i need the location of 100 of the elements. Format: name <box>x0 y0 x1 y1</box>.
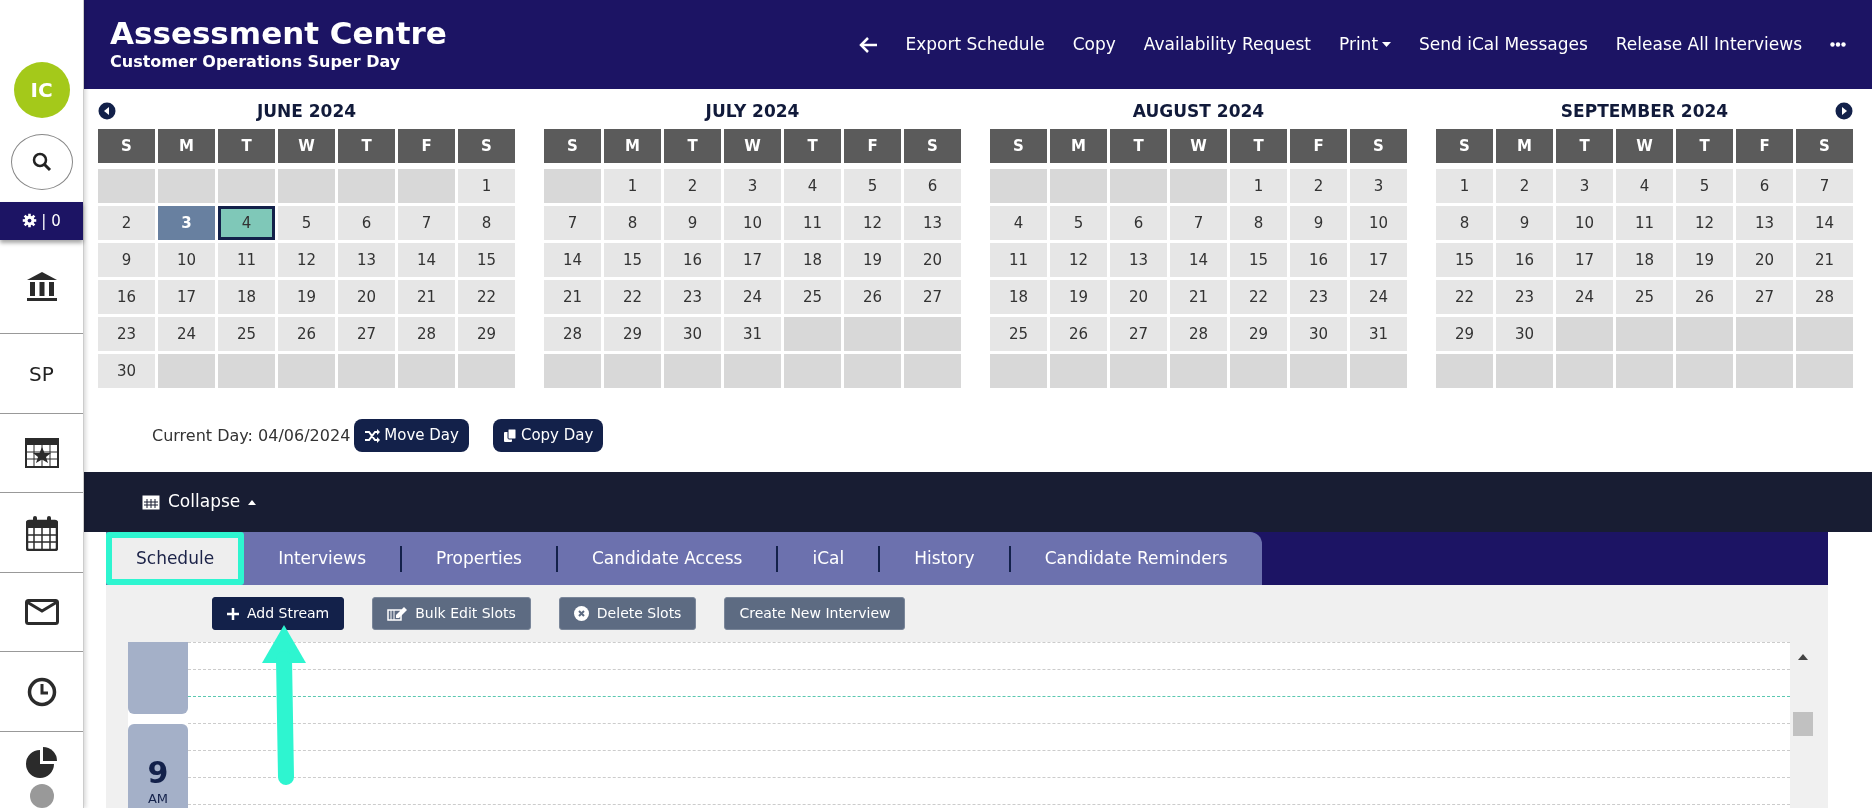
day-cell[interactable]: 19 <box>1676 243 1733 278</box>
header-link[interactable]: Print <box>1338 31 1392 58</box>
day-cell[interactable]: 4 <box>784 169 841 204</box>
day-cell[interactable]: 15 <box>604 243 661 278</box>
day-cell[interactable]: 16 <box>98 280 155 315</box>
tab[interactable]: Schedule <box>106 532 245 585</box>
day-cell[interactable]: 5 <box>278 206 335 241</box>
day-cell[interactable]: 19 <box>278 280 335 315</box>
day-cell[interactable]: 27 <box>338 317 395 352</box>
day-cell[interactable]: 17 <box>724 243 781 278</box>
day-cell[interactable]: 7 <box>1796 169 1853 204</box>
day-cell[interactable]: 17 <box>1350 243 1407 278</box>
day-cell[interactable]: 29 <box>1436 317 1493 352</box>
day-cell[interactable]: 5 <box>1676 169 1733 204</box>
day-cell[interactable]: 22 <box>1436 280 1493 315</box>
pie-chart-icon[interactable] <box>24 746 59 780</box>
day-cell[interactable]: 13 <box>1736 206 1793 241</box>
day-cell[interactable]: 4 <box>990 206 1047 241</box>
day-cell[interactable]: 12 <box>1050 243 1107 278</box>
day-cell[interactable]: 21 <box>1170 280 1227 315</box>
day-cell[interactable]: 18 <box>784 243 841 278</box>
day-cell[interactable]: 10 <box>724 206 781 241</box>
day-cell[interactable]: 6 <box>1110 206 1167 241</box>
tab[interactable]: Properties <box>402 532 556 585</box>
back-arrow-icon[interactable] <box>857 35 878 54</box>
toolbar-button[interactable]: Create New Interview <box>724 597 906 630</box>
day-cell[interactable]: 11 <box>990 243 1047 278</box>
day-cell[interactable]: 1 <box>1230 169 1287 204</box>
day-cell[interactable]: 25 <box>1616 280 1673 315</box>
scroll-up-icon[interactable] <box>1797 654 1808 660</box>
day-cell[interactable]: 15 <box>1436 243 1493 278</box>
initials-item[interactable]: SP <box>29 358 54 389</box>
tab[interactable]: iCal <box>778 532 879 585</box>
day-cell[interactable]: 15 <box>458 243 515 278</box>
calendar-icon[interactable] <box>25 514 58 551</box>
day-cell[interactable]: 7 <box>1170 206 1227 241</box>
day-cell[interactable]: 1 <box>604 169 661 204</box>
day-cell[interactable]: 14 <box>1796 206 1853 241</box>
day-cell[interactable]: 27 <box>1110 317 1167 352</box>
day-cell[interactable]: 29 <box>1230 317 1287 352</box>
day-cell[interactable]: 25 <box>218 317 275 352</box>
previous-month-icon[interactable] <box>98 102 116 121</box>
day-cell[interactable]: 3 <box>1556 169 1613 204</box>
day-cell[interactable]: 9 <box>1496 206 1553 241</box>
day-cell[interactable]: 20 <box>338 280 395 315</box>
day-cell[interactable]: 27 <box>904 280 961 315</box>
day-cell[interactable]: 14 <box>1170 243 1227 278</box>
day-cell[interactable]: 8 <box>1436 206 1493 241</box>
day-cell[interactable]: 12 <box>278 243 335 278</box>
day-cell[interactable]: 4 <box>1616 169 1673 204</box>
day-cell[interactable]: 30 <box>664 317 721 352</box>
toolbar-button[interactable]: Bulk Edit Slots <box>372 597 531 630</box>
day-cell[interactable]: 14 <box>544 243 601 278</box>
day-cell[interactable]: 13 <box>904 206 961 241</box>
day-cell[interactable]: 23 <box>664 280 721 315</box>
day-cell[interactable]: 20 <box>904 243 961 278</box>
day-cell[interactable]: 26 <box>844 280 901 315</box>
day-cell[interactable]: 15 <box>1230 243 1287 278</box>
day-cell[interactable]: 11 <box>784 206 841 241</box>
day-cell[interactable]: 3 <box>724 169 781 204</box>
bank-icon[interactable] <box>24 269 59 304</box>
day-cell[interactable]: 13 <box>338 243 395 278</box>
day-cell[interactable]: 10 <box>1556 206 1613 241</box>
day-cell[interactable]: 31 <box>724 317 781 352</box>
day-cell[interactable]: 9 <box>1290 206 1347 241</box>
tab[interactable]: Candidate Reminders <box>1010 532 1262 585</box>
day-cell[interactable]: 14 <box>398 243 455 278</box>
header-link[interactable]: Availability Request <box>1143 31 1311 58</box>
search-button[interactable] <box>10 134 73 190</box>
day-cell[interactable]: 6 <box>904 169 961 204</box>
collapse-toggle[interactable]: Collapse <box>142 489 257 515</box>
day-cell[interactable]: 29 <box>458 317 515 352</box>
day-cell[interactable]: 25 <box>990 317 1047 352</box>
toolbar-button[interactable]: Delete Slots <box>558 597 697 630</box>
day-cell[interactable]: 6 <box>1736 169 1793 204</box>
day-cell[interactable]: 8 <box>1230 206 1287 241</box>
day-cell[interactable]: 30 <box>98 354 155 389</box>
day-cell[interactable]: 12 <box>844 206 901 241</box>
day-cell[interactable]: 26 <box>1676 280 1733 315</box>
day-cell[interactable]: 16 <box>1496 243 1553 278</box>
day-cell[interactable]: 21 <box>544 280 601 315</box>
tab[interactable]: Candidate Access <box>557 532 777 585</box>
header-link[interactable]: Release All Interviews <box>1615 31 1802 58</box>
day-cell[interactable]: 2 <box>1290 169 1347 204</box>
day-cell[interactable]: 4 <box>218 206 275 241</box>
day-cell[interactable]: 29 <box>604 317 661 352</box>
header-link[interactable]: Export Schedule <box>905 31 1045 58</box>
day-cell[interactable]: 23 <box>98 317 155 352</box>
day-cell[interactable]: 19 <box>844 243 901 278</box>
day-cell[interactable]: 24 <box>1556 280 1613 315</box>
day-cell[interactable]: 2 <box>664 169 721 204</box>
day-cell[interactable]: 24 <box>724 280 781 315</box>
day-cell[interactable]: 11 <box>1616 206 1673 241</box>
day-cell[interactable]: 1 <box>1436 169 1493 204</box>
day-cell[interactable]: 2 <box>1496 169 1553 204</box>
toolbar-button[interactable]: Add Stream <box>212 597 345 630</box>
day-cell[interactable]: 26 <box>278 317 335 352</box>
day-cell[interactable]: 22 <box>1230 280 1287 315</box>
day-cell[interactable]: 8 <box>458 206 515 241</box>
scroll-thumb[interactable] <box>1792 712 1813 736</box>
